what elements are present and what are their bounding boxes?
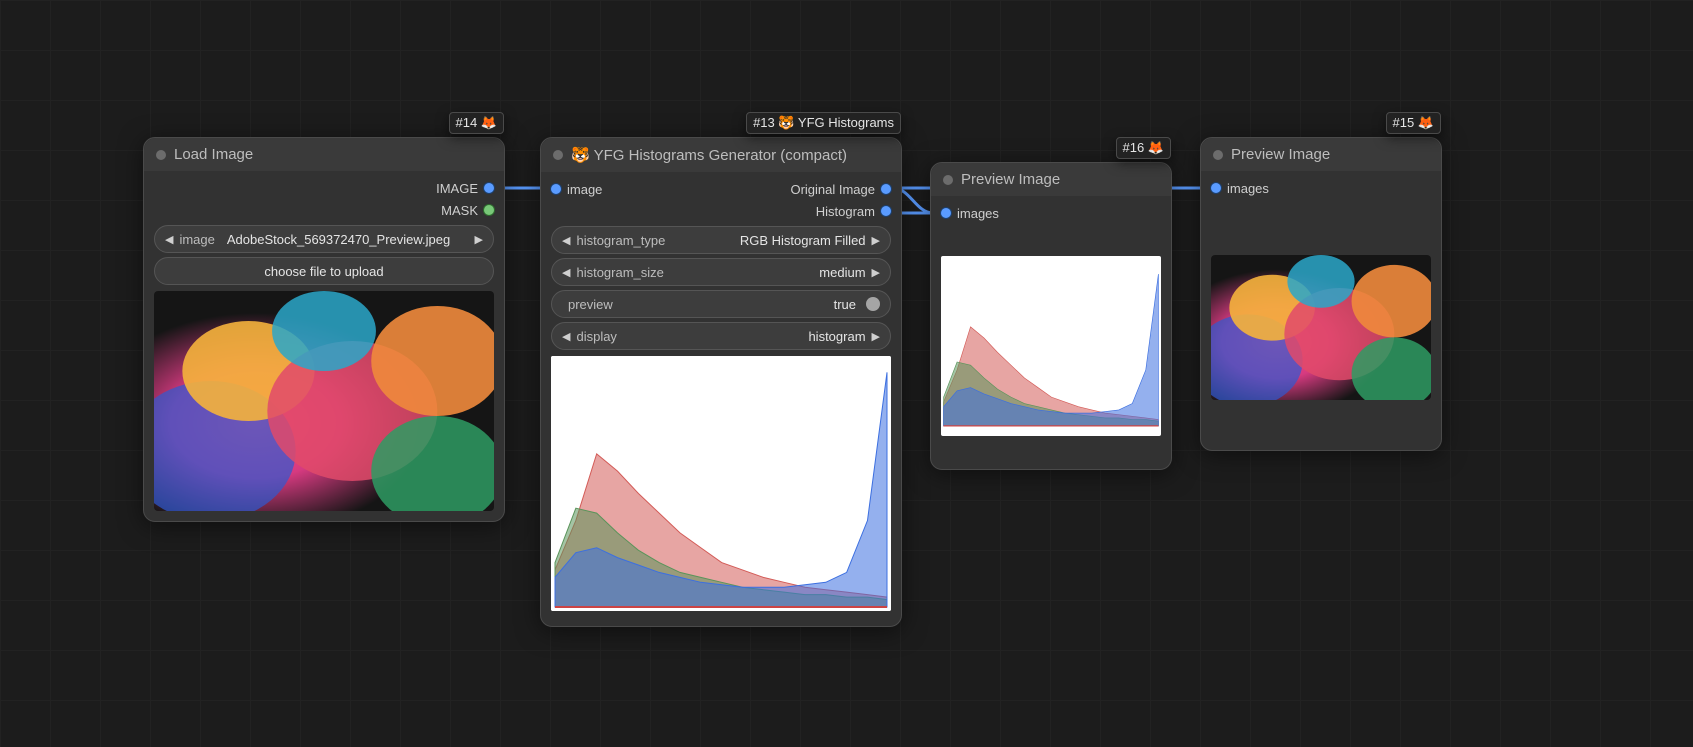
- toggle-ball-icon[interactable]: [866, 297, 880, 311]
- output-port-histogram[interactable]: [881, 206, 891, 216]
- chevron-left-icon[interactable]: ◀: [562, 330, 570, 343]
- node-badge: #13 🐯 YFG Histograms: [746, 112, 901, 134]
- output-port-image[interactable]: [484, 183, 494, 193]
- combo-label: image: [179, 232, 214, 247]
- node-title-text: 🐯 YFG Histograms Generator (compact): [571, 146, 847, 164]
- node-title-text: Load Image: [174, 146, 253, 163]
- loaded-image-preview: [154, 291, 494, 511]
- node-histogram-generator[interactable]: #13 🐯 YFG Histograms 🐯 YFG Histograms Ge…: [540, 137, 902, 627]
- histogram-chart: [551, 356, 891, 611]
- chevron-left-icon[interactable]: ◀: [165, 233, 173, 246]
- histogram-type-widget[interactable]: ◀ histogram_type RGB Histogram Filled ▶: [551, 226, 891, 254]
- chevron-left-icon[interactable]: ◀: [562, 266, 570, 279]
- node-badge: #16 🦊: [1116, 137, 1172, 159]
- node-badge: #15 🦊: [1386, 112, 1442, 134]
- input-label-image: image: [567, 182, 602, 197]
- input-port-images[interactable]: [941, 208, 951, 218]
- combo-value: AdobeStock_569372470_Preview.jpeg: [227, 232, 469, 247]
- output-port-original[interactable]: [881, 184, 891, 194]
- collapse-dot-icon[interactable]: [553, 150, 563, 160]
- output-label-mask: MASK: [441, 203, 478, 218]
- chevron-left-icon[interactable]: ◀: [562, 234, 570, 247]
- node-title[interactable]: 🐯 YFG Histograms Generator (compact): [541, 138, 901, 172]
- output-label-image: IMAGE: [436, 181, 478, 196]
- collapse-dot-icon[interactable]: [156, 150, 166, 160]
- node-preview-original[interactable]: #15 🦊 Preview Image images: [1200, 137, 1442, 451]
- collapse-dot-icon[interactable]: [943, 175, 953, 185]
- preview-toggle-widget[interactable]: preview true: [551, 290, 891, 318]
- input-label-images: images: [1227, 181, 1269, 196]
- input-port-images[interactable]: [1211, 183, 1221, 193]
- chevron-right-icon[interactable]: ▶: [872, 234, 880, 247]
- node-canvas[interactable]: { "nodes": { "n1": { "badge": "#14 🦊", "…: [0, 0, 1693, 747]
- output-port-mask[interactable]: [484, 205, 494, 215]
- histogram-size-widget[interactable]: ◀ histogram_size medium ▶: [551, 258, 891, 286]
- original-image-preview: [1211, 255, 1431, 400]
- image-combo-widget[interactable]: ◀ image AdobeStock_569372470_Preview.jpe…: [154, 225, 494, 253]
- node-preview-histogram[interactable]: #16 🦊 Preview Image images: [930, 162, 1172, 470]
- node-load-image[interactable]: #14 🦊 Load Image IMAGE MASK ◀ image Adob…: [143, 137, 505, 522]
- output-label-original: Original Image: [790, 182, 875, 197]
- output-label-histogram: Histogram: [816, 204, 875, 219]
- histogram-chart-small: [941, 256, 1161, 436]
- collapse-dot-icon[interactable]: [1213, 150, 1223, 160]
- node-title[interactable]: Preview Image: [931, 163, 1171, 196]
- chevron-right-icon[interactable]: ▶: [872, 330, 880, 343]
- node-badge: #14 🦊: [449, 112, 505, 134]
- node-title-text: Preview Image: [1231, 146, 1330, 163]
- node-title-text: Preview Image: [961, 171, 1060, 188]
- display-widget[interactable]: ◀ display histogram ▶: [551, 322, 891, 350]
- chevron-right-icon[interactable]: ▶: [475, 233, 483, 246]
- chevron-right-icon[interactable]: ▶: [872, 266, 880, 279]
- input-port-image[interactable]: [551, 184, 561, 194]
- node-title[interactable]: Preview Image: [1201, 138, 1441, 171]
- upload-button[interactable]: choose file to upload: [154, 257, 494, 285]
- node-title[interactable]: Load Image: [144, 138, 504, 171]
- input-label-images: images: [957, 206, 999, 221]
